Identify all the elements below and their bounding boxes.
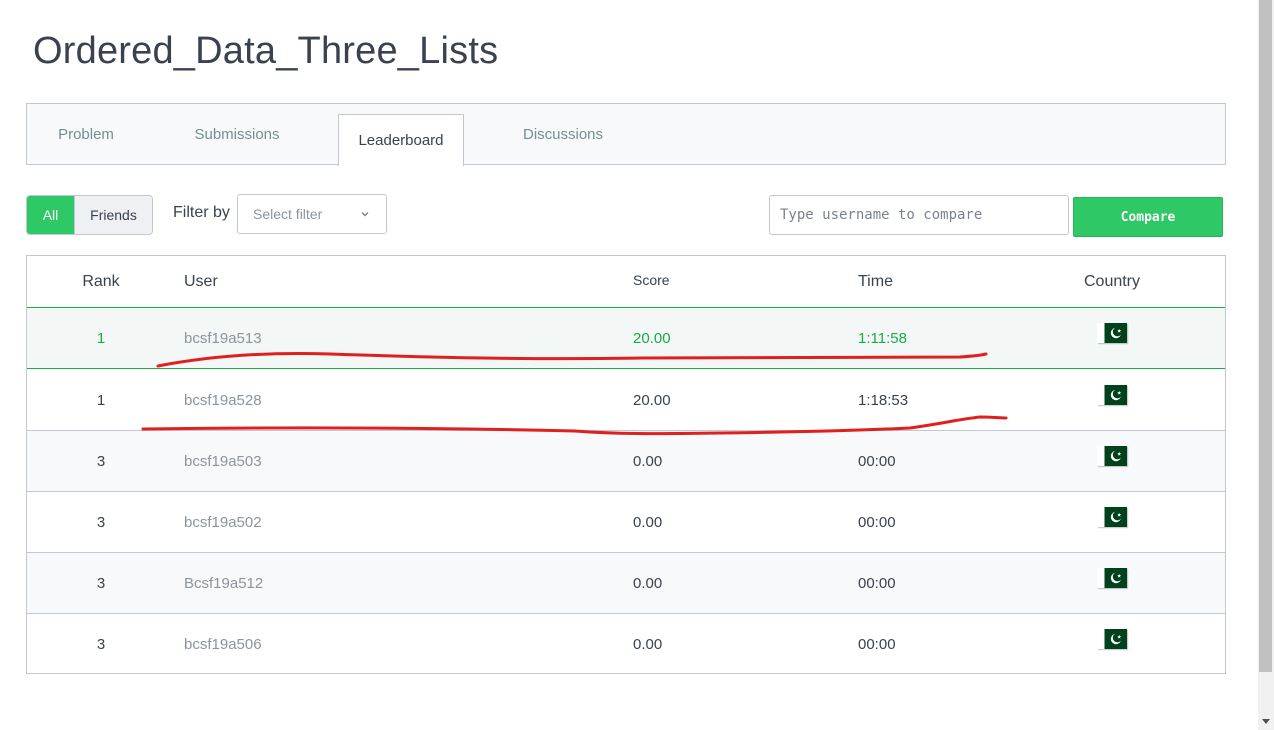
user-header: User xyxy=(184,272,218,290)
country-cell xyxy=(1062,308,1162,368)
table-header: Rank User Score Time Country xyxy=(27,256,1225,308)
chevron-down-icon xyxy=(361,212,369,217)
tab-bar: Problem Submissions Leaderboard Discussi… xyxy=(26,103,1226,166)
rank-cell: 3 xyxy=(96,574,106,592)
leaderboard-table: Rank User Score Time Country 1 bcsf19a51… xyxy=(26,255,1226,674)
score-cell: 20.00 xyxy=(633,391,671,409)
page-title: Ordered_Data_Three_Lists xyxy=(33,30,499,72)
pakistan-flag-icon xyxy=(1097,629,1127,649)
score-cell: 20.00 xyxy=(633,329,671,347)
score-header: Score xyxy=(633,271,670,288)
pakistan-flag-icon xyxy=(1097,567,1127,588)
username-link[interactable]: bcsf19a502 xyxy=(184,492,484,552)
pakistan-flag-icon xyxy=(1097,384,1127,405)
friends-button[interactable]: Friends xyxy=(74,196,152,234)
time-cell: 00:00 xyxy=(858,636,896,653)
table-row: 1 bcsf19a528 20.00 1:18:53 xyxy=(27,370,1225,431)
time-header: Time xyxy=(858,272,893,290)
all-button[interactable]: All xyxy=(27,196,74,234)
username-link[interactable]: bcsf19a513 xyxy=(184,308,484,368)
country-cell xyxy=(1062,553,1162,613)
country-cell xyxy=(1062,614,1162,675)
username-link[interactable]: bcsf19a503 xyxy=(184,431,484,491)
pakistan-flag-icon xyxy=(1097,322,1127,343)
time-cell: 00:00 xyxy=(858,574,896,592)
table-row: 3 bcsf19a506 0.00 00:00 xyxy=(27,614,1225,675)
score-cell: 0.00 xyxy=(633,574,663,592)
scrollbar-thumb[interactable] xyxy=(1259,0,1272,672)
username-link[interactable]: bcsf19a528 xyxy=(184,370,484,430)
rank-header: Rank xyxy=(82,272,120,290)
username-link[interactable]: Bcsf19a512 xyxy=(184,553,484,613)
time-cell: 00:00 xyxy=(858,452,896,470)
tab-discussions[interactable]: Discussions xyxy=(492,104,634,165)
tab-leaderboard[interactable]: Leaderboard xyxy=(338,114,464,166)
rank-cell: 3 xyxy=(96,636,106,653)
leaderboard-page: Ordered_Data_Three_Lists Problem Submiss… xyxy=(0,0,1274,730)
country-header: Country xyxy=(1083,272,1141,290)
table-row: 3 bcsf19a502 0.00 00:00 xyxy=(27,492,1225,553)
compare-username-input[interactable] xyxy=(769,195,1069,235)
time-cell: 00:00 xyxy=(858,513,896,531)
pakistan-flag-icon xyxy=(1097,506,1127,527)
compare-button[interactable]: Compare xyxy=(1073,197,1223,237)
country-cell xyxy=(1062,431,1162,491)
table-row: 3 bcsf19a503 0.00 00:00 xyxy=(27,431,1225,492)
scope-toggle: All Friends xyxy=(26,195,153,235)
filter-placeholder: Select filter xyxy=(253,206,323,222)
table-row: 1 bcsf19a513 20.00 1:11:58 xyxy=(27,308,1225,369)
rank-cell: 3 xyxy=(96,513,106,531)
country-cell xyxy=(1062,492,1162,552)
table-row: 3 Bcsf19a512 0.00 00:00 xyxy=(27,553,1225,614)
filter-label: Filter by xyxy=(173,204,230,221)
score-cell: 0.00 xyxy=(633,452,663,470)
rank-cell: 3 xyxy=(96,452,106,470)
tab-submissions[interactable]: Submissions xyxy=(167,104,307,165)
score-cell: 0.00 xyxy=(633,513,663,531)
pakistan-flag-icon xyxy=(1097,445,1127,466)
rank-cell: 1 xyxy=(96,329,106,347)
username-link[interactable]: bcsf19a506 xyxy=(184,614,484,675)
score-cell: 0.00 xyxy=(633,636,663,653)
time-cell: 1:11:58 xyxy=(858,329,907,347)
country-cell xyxy=(1062,370,1162,430)
rank-cell: 1 xyxy=(96,391,106,409)
time-cell: 1:18:53 xyxy=(858,391,909,409)
scroll-down-arrow-icon[interactable] xyxy=(1262,719,1270,724)
filter-select[interactable]: Select filter xyxy=(237,194,387,234)
tab-problem[interactable]: Problem xyxy=(27,104,145,165)
